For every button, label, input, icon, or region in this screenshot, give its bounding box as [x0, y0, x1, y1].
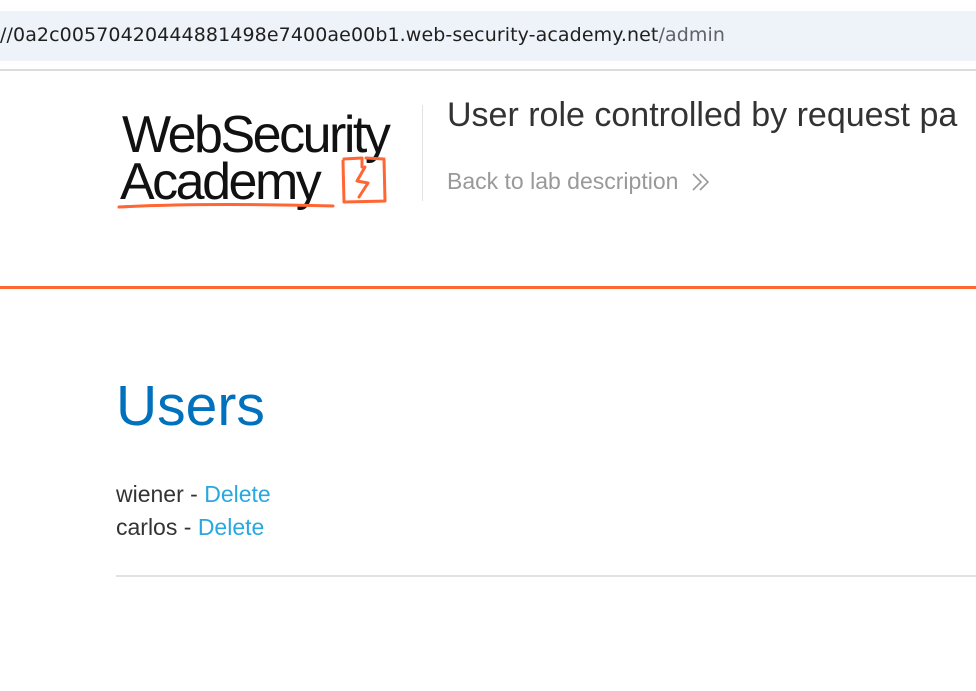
user-name: carlos — [116, 514, 178, 540]
tab-strip-edge — [0, 0, 976, 8]
address-url[interactable]: //0a2c00570420444881498e7400ae00b1.web-s… — [0, 24, 725, 46]
header-accent-rule — [0, 286, 976, 289]
user-name: wiener — [116, 481, 184, 507]
back-link-label: Back to lab description — [447, 168, 679, 194]
user-separator: - — [177, 514, 198, 540]
double-chevron-right-icon — [692, 172, 710, 191]
url-host: //0a2c00570420444881498e7400ae00b1.web-s… — [0, 24, 659, 46]
logo-underline-swoosh — [117, 203, 335, 209]
list-item: wiener - Delete — [116, 478, 271, 511]
url-path: /admin — [658, 24, 726, 46]
browser-toolbar: //0a2c00570420444881498e7400ae00b1.web-s… — [0, 0, 976, 71]
user-list: wiener - Delete carlos - Delete — [116, 478, 271, 544]
lightning-bolt-icon — [341, 156, 387, 204]
header-separator — [422, 105, 423, 201]
list-item: carlos - Delete — [116, 511, 271, 544]
page-title: Users — [116, 374, 265, 438]
content-divider — [116, 575, 976, 577]
user-separator: - — [183, 481, 205, 507]
lab-title: User role controlled by request pa — [447, 96, 958, 134]
web-security-academy-logo[interactable]: WebSecurity Academy — [117, 105, 419, 213]
delete-user-link[interactable]: Delete — [204, 481, 270, 507]
back-to-lab-description-link[interactable]: Back to lab description — [447, 168, 712, 195]
lab-header: WebSecurity Academy User role controlled… — [0, 71, 976, 287]
delete-user-link[interactable]: Delete — [198, 514, 264, 540]
